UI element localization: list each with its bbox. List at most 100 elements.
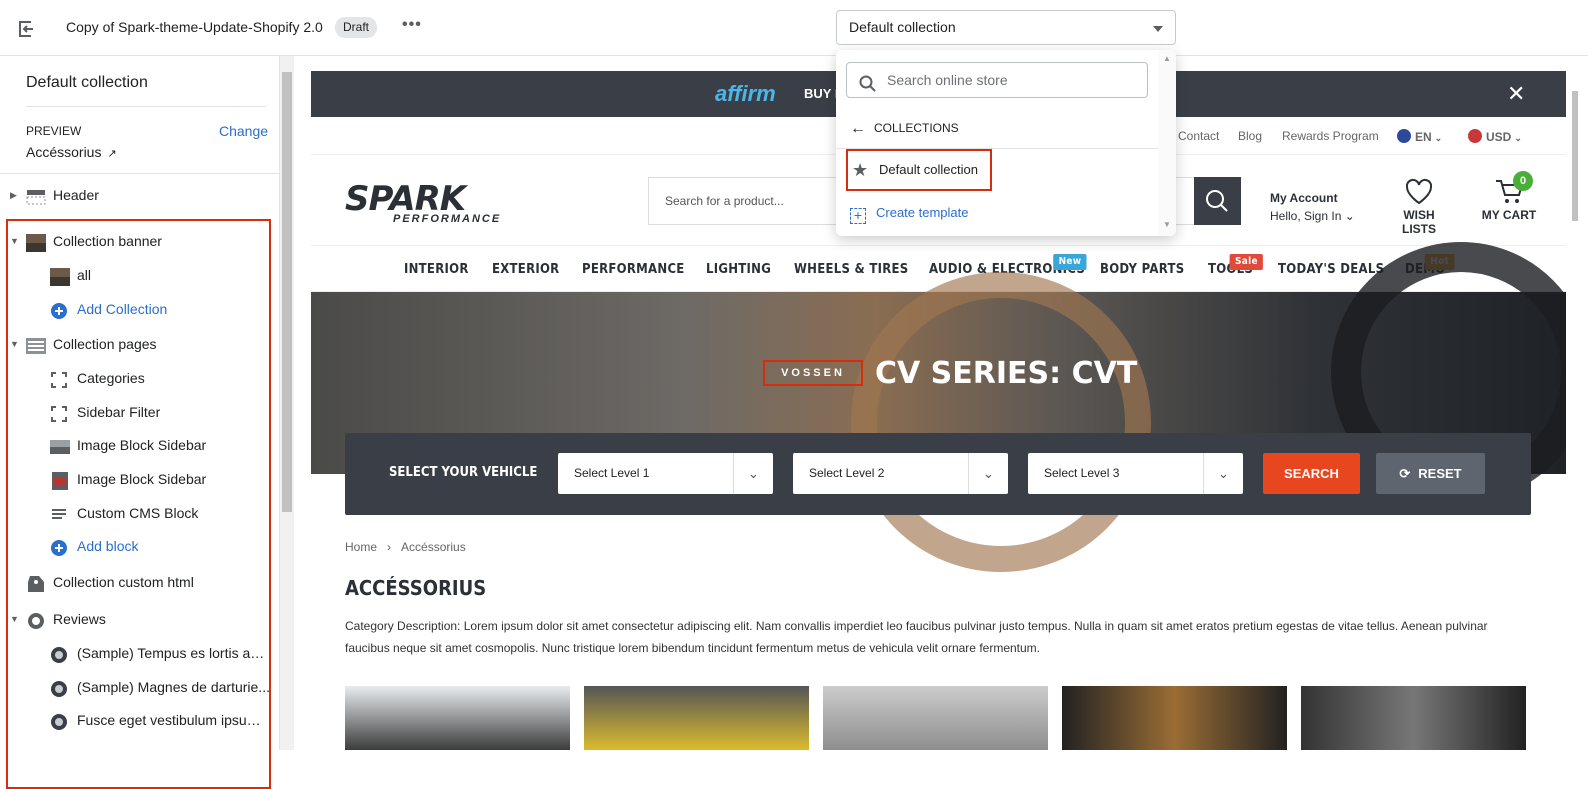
account-sub: Hello, Sign In ⌄ (1270, 209, 1355, 223)
vossen-logo: VOSSEN (763, 360, 863, 386)
vehicle-selector: SELECT YOUR VEHICLE Select Level 1 ⌄ Sele… (345, 433, 1531, 515)
product-image[interactable] (1062, 686, 1287, 750)
section-collection-banner[interactable]: ▼ Collection banner (0, 226, 275, 256)
vehicle-search-button[interactable]: SEARCH (1263, 453, 1360, 494)
product-image[interactable] (345, 686, 570, 750)
chevron-down-icon: ⌄ (1514, 133, 1522, 143)
dashed-frame-icon (50, 369, 70, 388)
nav-item-exterior[interactable]: EXTERIOR (492, 262, 559, 277)
level-3-select[interactable]: Select Level 3 ⌄ (1028, 453, 1243, 494)
product-image[interactable] (584, 686, 809, 750)
vehicle-label: SELECT YOUR VEHICLE (389, 465, 538, 480)
wheel-icon (50, 644, 70, 663)
blog-link[interactable]: Blog (1238, 129, 1262, 143)
block-all[interactable]: all (0, 260, 275, 290)
editor-topbar: Copy of Spark-theme-Update-Shopify 2.0 D… (0, 0, 1588, 56)
product-image[interactable] (1301, 686, 1526, 750)
block-image-sidebar[interactable]: Image Block Sidebar (0, 464, 275, 494)
collapse-arrow-icon[interactable]: ▼ (10, 329, 19, 359)
collapse-arrow-icon[interactable]: ▼ (10, 604, 19, 634)
chevron-down-icon: ⌄ (733, 453, 773, 494)
contact-link[interactable]: Contact (1178, 129, 1219, 143)
currency-value: USD (1486, 130, 1512, 144)
breadcrumb: Home › Accéssorius (345, 540, 466, 554)
pages-section-icon (26, 335, 46, 354)
expand-arrow-icon[interactable]: ▶ (10, 180, 17, 210)
sections-sidebar: Default collection PREVIEW Change Accéss… (0, 56, 280, 789)
nav-item-wheels-tires[interactable]: WHEELS & TIRES (794, 262, 908, 277)
logo-sub: PERFORMANCE (393, 213, 502, 225)
product-image[interactable] (823, 686, 1048, 750)
breadcrumb-current: Accéssorius (401, 540, 466, 554)
breadcrumb-home[interactable]: Home (345, 540, 377, 554)
back-label: COLLECTIONS (874, 121, 959, 135)
uk-flag-icon (1397, 129, 1411, 143)
plus-circle-icon (50, 537, 70, 556)
section-collection-pages[interactable]: ▼ Collection pages (0, 329, 275, 359)
cart-count-badge: 0 (1513, 171, 1533, 191)
text-lines-icon (50, 504, 70, 522)
chevron-down-icon: ⌄ (1203, 453, 1243, 494)
wishlist-label: WISH LISTS (1401, 208, 1436, 236)
template-search-input[interactable]: Search online store (846, 62, 1148, 98)
section-collection-custom-html[interactable]: Collection custom html (0, 567, 275, 597)
close-icon[interactable]: ✕ (1507, 81, 1525, 107)
block-categories[interactable]: Categories (0, 363, 275, 393)
template-option-default-collection[interactable]: ★ Default collection (846, 149, 992, 191)
language-selector[interactable]: EN ⌄ (1397, 129, 1442, 144)
scroll-up-icon[interactable]: ▲ (1163, 54, 1171, 63)
wheel-icon (50, 678, 70, 697)
template-selector[interactable]: Default collection (836, 10, 1176, 45)
currency-selector[interactable]: USD ⌄ (1468, 129, 1522, 144)
wishlist-button[interactable]: WISH LISTS (1387, 177, 1451, 236)
block-sidebar-filter[interactable]: Sidebar Filter (0, 397, 275, 427)
nav-item-interior[interactable]: INTERIOR (404, 262, 469, 277)
block-label: Custom CMS Block (77, 505, 199, 521)
create-template-button[interactable]: + Create template (850, 205, 969, 224)
level-2-select[interactable]: Select Level 2 ⌄ (793, 453, 1008, 494)
search-placeholder: Search online store (887, 72, 1008, 88)
scrollbar-thumb[interactable] (1572, 91, 1578, 221)
image-thumbnail-icon (26, 232, 46, 252)
rewards-link[interactable]: Rewards Program (1282, 129, 1379, 143)
block-review[interactable]: (Sample) Magnes de darturie... (0, 672, 275, 702)
scrollbar-thumb[interactable] (282, 72, 292, 512)
dropdown-scrollbar[interactable]: ▲ ▼ (1158, 50, 1176, 236)
nav-item-body-parts[interactable]: BODY PARTS (1100, 262, 1184, 277)
wheel-image (851, 272, 1151, 572)
add-block-button[interactable]: Add block (0, 531, 275, 561)
new-tag: New (1053, 254, 1087, 270)
nav-item-todays-deals[interactable]: TODAY'S DEALS (1278, 262, 1384, 277)
block-review[interactable]: Fusce eget vestibulum ipsumt... (0, 705, 275, 735)
block-review[interactable]: (Sample) Tempus es lortis ado... (0, 638, 275, 668)
vehicle-reset-button[interactable]: ⟳ RESET (1376, 453, 1485, 494)
sale-tag: Sale (1229, 254, 1264, 270)
block-custom-cms[interactable]: Custom CMS Block (0, 498, 275, 528)
add-collection-button[interactable]: Add Collection (0, 294, 275, 324)
change-preview-link[interactable]: Change (219, 123, 268, 139)
collapse-arrow-icon[interactable]: ▼ (10, 226, 19, 256)
cart-button[interactable]: 0 MY CART (1481, 171, 1537, 222)
section-label: Reviews (53, 611, 106, 627)
sidebar-scrollbar[interactable] (280, 56, 294, 750)
preview-value[interactable]: Accéssorius ↗ (26, 144, 117, 160)
spark-logo[interactable]: SPARK PERFORMANCE (345, 179, 501, 225)
sidebar-title: Default collection (26, 74, 148, 91)
section-reviews[interactable]: ▼ Reviews (0, 604, 275, 634)
section-header[interactable]: ▶ Header (0, 180, 275, 210)
caret-down-icon (1153, 26, 1163, 32)
preview-scrollbar[interactable] (1566, 71, 1588, 750)
exit-icon[interactable] (16, 18, 38, 40)
back-to-collections[interactable]: ← COLLECTIONS (850, 120, 959, 138)
nav-item-tools[interactable]: TOOLSSale (1208, 254, 1264, 277)
section-label: Collection banner (53, 233, 162, 249)
block-image-sidebar[interactable]: Image Block Sidebar (0, 430, 275, 460)
nav-item-performance[interactable]: PERFORMANCE (582, 262, 685, 277)
search-button[interactable] (1194, 177, 1241, 225)
select-value: Select Level 1 (574, 466, 650, 480)
my-account[interactable]: My Account Hello, Sign In ⌄ (1270, 191, 1355, 223)
level-1-select[interactable]: Select Level 1 ⌄ (558, 453, 773, 494)
scroll-down-icon[interactable]: ▼ (1163, 220, 1171, 229)
nav-item-lighting[interactable]: LIGHTING (706, 262, 771, 277)
more-actions-button[interactable]: ••• (402, 16, 422, 34)
